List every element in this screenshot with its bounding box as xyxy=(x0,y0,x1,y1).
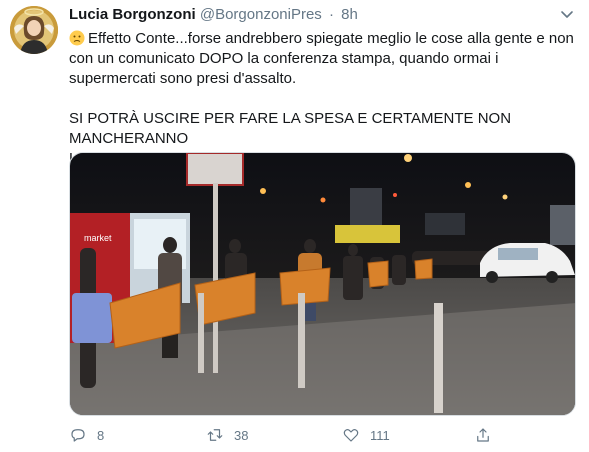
store-sign-text: market xyxy=(84,233,112,243)
tweet-text-line-4: SI POTRÀ USCIRE PER FARE LA SPESA E CERT… xyxy=(69,110,512,147)
tweet-text: Effetto Conte...forse andrebbero spiegat… xyxy=(69,29,574,169)
avatar-image xyxy=(10,6,58,54)
retweet-icon xyxy=(207,429,223,441)
like-button[interactable]: 111 xyxy=(342,426,390,444)
chevron-down-icon[interactable] xyxy=(559,6,575,22)
tweet-header: Lucia Borgonzoni @BorgonzoniPres · 8h xyxy=(69,6,358,23)
tweet-text-line-3: supermercati sono presi d'assalto. xyxy=(69,70,297,87)
reply-icon xyxy=(71,429,85,442)
avatar[interactable] xyxy=(10,6,58,54)
separator: · xyxy=(328,6,334,23)
retweet-count: 38 xyxy=(234,427,249,443)
share-icon xyxy=(477,428,489,442)
tweet-text-line-1: Effetto Conte...forse andrebbero spiegat… xyxy=(88,30,574,47)
tweet-photo[interactable]: market xyxy=(69,152,576,416)
author-handle[interactable]: @BorgonzoniPres xyxy=(200,6,322,23)
tweet[interactable]: Lucia Borgonzoni @BorgonzoniPres · 8h Ef… xyxy=(0,0,589,452)
confused-face-icon xyxy=(69,30,85,46)
reply-count: 8 xyxy=(97,427,105,443)
heart-icon xyxy=(343,429,359,442)
author-name[interactable]: Lucia Borgonzoni xyxy=(69,6,196,23)
share-button[interactable] xyxy=(474,426,502,444)
tweet-actions: 8 38 111 xyxy=(69,426,574,448)
reply-button[interactable]: 8 xyxy=(69,426,104,444)
supermarket-queue-photo: market xyxy=(70,153,575,415)
retweet-button[interactable]: 38 xyxy=(206,426,248,444)
timestamp[interactable]: 8h xyxy=(341,6,358,23)
like-count: 111 xyxy=(370,427,390,443)
tweet-text-line-2: con un comunicato DOPO la conferenza sta… xyxy=(69,50,499,67)
